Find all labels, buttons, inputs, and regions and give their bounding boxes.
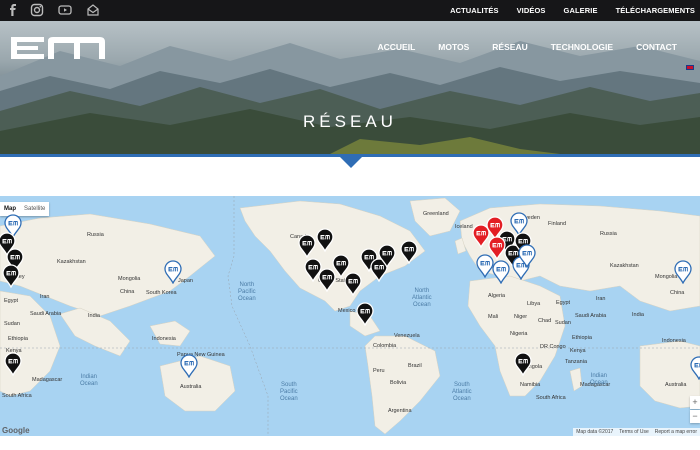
ocean-label: Indian Ocean — [590, 373, 608, 386]
dealer-marker-icon[interactable] — [514, 352, 532, 376]
em-logo[interactable] — [8, 33, 108, 63]
country-label: Ethiopia — [572, 335, 592, 341]
dealer-marker-icon[interactable] — [690, 356, 700, 380]
top-link-telechargements[interactable]: TÉLÉCHARGEMENTS — [616, 6, 695, 15]
country-label: Mongolia — [118, 276, 141, 282]
ocean-label: South Pacific Ocean — [280, 382, 298, 402]
country-label: Sudan — [555, 320, 571, 326]
top-bar: ACTUALITÉS VIDÉOS GALERIE TÉLÉCHARGEMENT… — [0, 0, 700, 21]
nav-reseau[interactable]: RÉSEAU — [492, 42, 527, 52]
country-label: Saudi Arabia — [575, 313, 607, 319]
facebook-icon[interactable] — [6, 3, 20, 17]
country-label: South Africa — [536, 395, 566, 401]
dealer-marker-icon[interactable] — [378, 244, 396, 268]
ocean-label: South Atlantic Ocean — [452, 382, 472, 402]
country-label: Madagascar — [32, 377, 63, 383]
country-label: Libya — [527, 301, 541, 307]
country-label: Niger — [514, 314, 528, 320]
dealer-marker-icon[interactable] — [180, 354, 198, 378]
section-pointer-icon — [339, 156, 363, 168]
mail-icon[interactable] — [86, 3, 100, 17]
country-label: Nigeria — [510, 331, 528, 337]
country-label: Bolivia — [390, 380, 407, 386]
country-label: Brazil — [408, 363, 422, 369]
country-label: India — [632, 312, 644, 318]
instagram-icon[interactable] — [30, 3, 44, 17]
country-label: Kenya — [570, 348, 586, 354]
country-label: Venezuela — [394, 333, 420, 339]
map-data-credit: Map data ©2017 — [576, 429, 614, 435]
page-title: RÉSEAU — [303, 112, 397, 131]
google-logo: Google — [2, 426, 30, 435]
country-label: Kazakhstan — [57, 259, 86, 265]
country-label: Ethiopia — [8, 336, 28, 342]
country-label: Iceland — [455, 224, 473, 230]
country-label: Russia — [600, 231, 617, 237]
youtube-icon[interactable] — [58, 3, 72, 17]
nav-motos[interactable]: MOTOS — [438, 42, 469, 52]
country-label: China — [120, 289, 135, 295]
country-label: Iran — [596, 296, 606, 302]
country-label: Russia — [87, 232, 104, 238]
country-label: Saudi Arabia — [30, 311, 62, 317]
dealer-marker-icon[interactable] — [344, 272, 362, 296]
ocean-label: North Pacific Ocean — [238, 282, 256, 302]
uk-flag-icon[interactable] — [686, 65, 694, 70]
country-label: Kazakhstan — [610, 263, 639, 269]
main-nav: ACCUEIL MOTOS RÉSEAU TECHNOLOGIE CONTACT — [378, 41, 700, 53]
country-label: Greenland — [423, 211, 449, 217]
dealer-map[interactable]: Map Satellite Kazakhstan Russia Mongolia… — [0, 196, 700, 436]
dealer-marker-icon[interactable] — [356, 302, 374, 326]
zoom-in-button[interactable]: + — [690, 396, 700, 409]
country-label: Finland — [548, 221, 567, 227]
country-label: Peru — [373, 368, 385, 374]
dealer-marker-icon[interactable] — [298, 234, 316, 258]
country-label: Argentina — [388, 408, 412, 414]
country-label: Iran — [40, 294, 50, 300]
country-label: DR Congo — [540, 344, 566, 350]
map-type-satellite-button[interactable]: Satellite — [20, 206, 49, 212]
country-label: Indonesia — [152, 336, 176, 342]
country-label: South Africa — [2, 393, 32, 399]
country-label: Colombia — [373, 343, 397, 349]
country-label: China — [670, 290, 685, 296]
dealer-marker-icon[interactable] — [400, 240, 418, 264]
nav-contact[interactable]: CONTACT — [636, 42, 677, 52]
dealer-marker-icon[interactable] — [674, 260, 692, 284]
map-attribution: Map data ©2017 Terms of Use Report a map… — [573, 428, 700, 436]
ocean-label: North Atlantic Ocean — [412, 288, 432, 308]
country-label: Algeria — [488, 293, 506, 299]
country-label: Namibia — [520, 382, 541, 388]
country-label: Mexico — [338, 308, 356, 314]
dealer-marker-icon[interactable] — [164, 260, 182, 284]
ocean-label: Indian Ocean — [80, 374, 98, 387]
top-link-videos[interactable]: VIDÉOS — [517, 6, 546, 15]
top-links: ACTUALITÉS VIDÉOS GALERIE TÉLÉCHARGEMENT… — [432, 0, 695, 21]
country-label: Australia — [180, 384, 202, 390]
zoom-out-button[interactable]: − — [690, 410, 700, 423]
map-type-map-button[interactable]: Map — [0, 206, 20, 212]
country-label: Tanzania — [565, 359, 588, 365]
dealer-marker-icon[interactable] — [492, 260, 510, 284]
country-label: Egypt — [4, 298, 19, 304]
country-label: Indonesia — [662, 338, 686, 344]
top-link-actualites[interactable]: ACTUALITÉS — [450, 6, 499, 15]
nav-technologie[interactable]: TECHNOLOGIE — [551, 42, 613, 52]
dealer-marker-icon[interactable] — [2, 264, 20, 288]
dealer-marker-icon[interactable] — [4, 352, 22, 376]
top-link-galerie[interactable]: GALERIE — [564, 6, 598, 15]
nav-accueil[interactable]: ACCUEIL — [378, 42, 416, 52]
country-label: Sudan — [4, 321, 20, 327]
dealer-marker-icon[interactable] — [316, 228, 334, 252]
country-label: South Korea — [146, 290, 177, 296]
report-error-link[interactable]: Report a map error — [652, 429, 700, 435]
hero-banner: ACCUEIL MOTOS RÉSEAU TECHNOLOGIE CONTACT… — [0, 21, 700, 154]
country-label: Mali — [488, 314, 499, 320]
dealer-marker-icon[interactable] — [518, 244, 536, 268]
terms-link[interactable]: Terms of Use — [616, 429, 651, 435]
country-label: Chad — [538, 318, 552, 324]
country-label: Egypt — [556, 300, 571, 306]
country-label: Australia — [665, 382, 687, 388]
country-label: India — [88, 313, 100, 319]
